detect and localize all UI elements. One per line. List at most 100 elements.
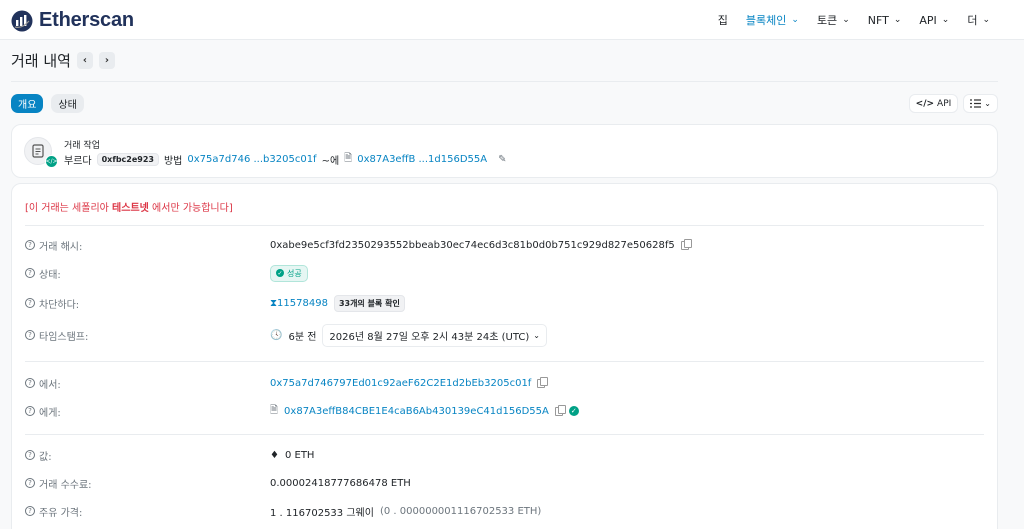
verified-check-icon: ✓ (568, 406, 579, 416)
nav-item-0[interactable]: 집 (718, 12, 728, 28)
row-block: ? 차단하다: ⧗11578498 33개의 블록 확인 (25, 293, 984, 313)
tx-details-card: [이 거래는 세폴리아 테스트넷 에서만 가능합니다] ? 거래 해시: 0xab… (11, 183, 998, 529)
help-icon[interactable]: ? (25, 406, 35, 416)
nav-item-1[interactable]: 블록체인 ⌄ (746, 12, 799, 28)
block-number-link[interactable]: ⧗11578498 (270, 298, 328, 309)
action-verb: 부르다 (64, 156, 92, 167)
chevron-down-icon: ⌄ (984, 99, 991, 108)
eth-diamond-icon: ♦ (270, 449, 279, 461)
hash-label: 거래 해시: (39, 241, 83, 253)
row-status: ? 상태: ✓ 성공 (25, 263, 984, 283)
nav-item-2[interactable]: 토큰 ⌄ (817, 12, 850, 28)
page-title: 거래 내역 (11, 52, 71, 70)
block-label: 차단하다: (39, 299, 80, 311)
nav-item-label: 토큰 (816, 14, 838, 27)
to-address-link[interactable]: 0x87A3effB84CBE1E4caB6Ab430139eC41d156D5… (284, 406, 549, 417)
chevron-down-icon: ⌄ (941, 15, 950, 25)
help-icon[interactable]: ? (25, 268, 35, 278)
gas-label: 주유 가격: (39, 507, 83, 519)
section-divider (25, 434, 984, 435)
row-to: ? 에게: 🗎 0x87A3effB84CBE1E4caB6Ab430139eC4… (25, 401, 984, 421)
from-address-link[interactable]: 0x75a7d746797Ed01c92aeF62C2E1d2bEb3205c0… (270, 378, 531, 389)
tab-overview[interactable]: 개요 (11, 94, 44, 113)
edit-pencil-icon[interactable]: ✎ (498, 154, 506, 165)
brand-name: Etherscan (39, 9, 134, 31)
help-icon[interactable]: ? (25, 330, 35, 340)
section-divider (25, 225, 984, 226)
nav-item-label: 블록체인 (745, 14, 787, 27)
title-divider (11, 81, 998, 82)
list-icon (970, 99, 982, 108)
nav-item-label: API (919, 13, 937, 27)
nav-item-5[interactable]: 더 ⌄ (967, 12, 990, 28)
timestamp-dropdown[interactable]: 2026년 8월 27일 오후 2시 43분 24초 (UTC) ⌄ (322, 323, 547, 347)
chevron-down-icon: ⌄ (791, 15, 799, 25)
tx-action-label: 거래 작업 (64, 141, 100, 151)
section-divider (25, 361, 984, 362)
copy-icon[interactable] (554, 404, 566, 416)
value-label: 값: (39, 451, 52, 463)
fee-amount: 0.00002418777686478 ETH (270, 477, 411, 489)
tx-action-card: </> 거래 작업 부르다 0xfbc2e923 방법 0x75a7d746 .… (11, 124, 998, 178)
help-icon[interactable]: ? (25, 478, 35, 488)
row-hash: ? 거래 해시: 0xabe9e5cf3fd2350293552bbeab30ec… (25, 235, 984, 255)
row-fee: ? 거래 수수료: 0.00002418777686478 ETH (25, 473, 984, 493)
row-value: ? 값: ♦ 0 ETH (25, 445, 984, 465)
fee-label: 거래 수수료: (39, 479, 92, 491)
list-options-button[interactable]: ⌄ (963, 94, 998, 113)
method-word: 방법 (163, 156, 183, 167)
to-label: 에게: (39, 407, 61, 419)
next-tx-button[interactable]: › (98, 52, 115, 69)
timestamp-relative: 6분 전 (288, 331, 317, 343)
prev-tx-button[interactable]: ‹ (76, 52, 93, 69)
contract-file-icon: 🗎 (344, 153, 353, 164)
from-address-link[interactable]: 0x75a7d746 ...b3205c01f (187, 154, 316, 165)
chevron-down-icon: ⌄ (982, 15, 990, 25)
tx-hash-value: 0xabe9e5cf3fd2350293552bbeab30ec74ec6d3c… (270, 239, 675, 251)
copy-icon[interactable] (537, 376, 549, 388)
to-address-link[interactable]: 0x87A3effB ...1d156D55A (357, 154, 487, 165)
nav-item-label: NFT (867, 13, 889, 27)
etherscan-logo[interactable]: Etherscan (11, 9, 134, 32)
copy-icon[interactable] (680, 238, 692, 250)
row-gas-price: ? 주유 가격: 1 . 116702533 그웨이 (0 . 0000000011… (25, 501, 984, 521)
status-label: 상태: (39, 269, 61, 281)
testnet-word: 테스트넷 (112, 203, 149, 214)
top-header: Etherscan 집 블록체인 ⌄ 토큰 ⌄ NFT ⌄ API ⌄ 더 ⌄ (0, 0, 1024, 40)
confirmations-badge: 33개의 블록 확인 (333, 294, 405, 312)
chevron-down-icon: ⌄ (533, 330, 540, 340)
to-word: ~에 (321, 156, 340, 167)
help-icon[interactable]: ? (25, 240, 35, 250)
nav-item-4[interactable]: API ⌄ (919, 12, 949, 28)
chevron-down-icon: ⌄ (842, 15, 850, 25)
nav-item-3[interactable]: NFT ⌄ (868, 12, 902, 28)
title-row: 거래 내역 ‹ › (11, 50, 115, 71)
api-label: API (937, 98, 952, 109)
help-icon[interactable]: ? (25, 506, 35, 516)
gas-price-eth: (0 . 000000001116702533 ETH) (379, 505, 542, 517)
contract-file-icon: 🗎 (270, 404, 279, 416)
row-timestamp: ? 타임스탬프: 🕓 6분 전 2026년 8월 27일 오후 2시 43분 24… (25, 323, 984, 347)
method-id-chip: 0xfbc2e923 (96, 153, 159, 166)
nav-item-label: 집 (717, 14, 728, 27)
tab-state[interactable]: 상태 (51, 94, 84, 113)
help-icon[interactable]: ? (25, 298, 35, 308)
help-icon[interactable]: ? (25, 450, 35, 460)
timestamp-label: 타임스탬프: (39, 331, 89, 343)
main-nav: 집 블록체인 ⌄ 토큰 ⌄ NFT ⌄ API ⌄ 더 ⌄ (718, 12, 990, 28)
etherscan-logo-icon (11, 10, 33, 31)
row-from: ? 에서: 0x75a7d746797Ed01c92aeF62C2E1d2bEb3… (25, 373, 984, 393)
clock-icon: 🕓 (270, 329, 283, 341)
tab-bar: 개요 상태 (11, 94, 84, 113)
status-badge: ✓ 성공 (270, 264, 308, 282)
from-label: 에서: (39, 379, 61, 391)
check-circle-icon: ✓ (276, 269, 284, 277)
chevron-down-icon: ⌄ (893, 15, 902, 25)
api-button[interactable]: </> API (908, 94, 959, 113)
hourglass-icon: ⧗ (270, 297, 278, 309)
help-icon[interactable]: ? (25, 378, 35, 388)
testnet-notice: [이 거래는 세폴리아 테스트넷 에서만 가능합니다] (25, 203, 233, 214)
gas-price-value: 1 . 116702533 그웨이 (270, 507, 374, 519)
contract-code-icon: </> (45, 155, 58, 168)
tx-action-line: 부르다 0xfbc2e923 방법 0x75a7d746 ...b3205c01… (64, 151, 507, 168)
